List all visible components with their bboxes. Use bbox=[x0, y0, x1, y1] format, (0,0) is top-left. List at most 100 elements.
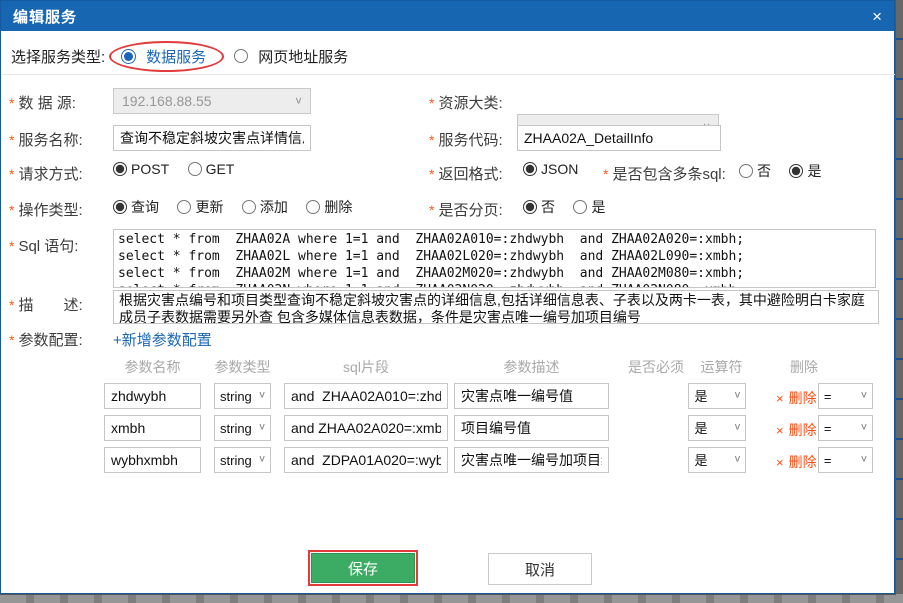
operator-select[interactable]: = bbox=[818, 447, 873, 473]
operation-type-radio-update[interactable] bbox=[177, 200, 191, 214]
param-name-input[interactable] bbox=[104, 415, 201, 441]
sql-label: *Sql 语句: bbox=[9, 235, 78, 256]
return-format-json-label[interactable]: JSON bbox=[541, 161, 578, 177]
service-name-input[interactable] bbox=[113, 125, 311, 151]
description-textarea[interactable]: 根据灾害点编号和项目类型查询不稳定斜坡灾害点的详细信息,包括详细信息表、子表以及… bbox=[113, 290, 879, 324]
request-method-radio-get[interactable] bbox=[188, 162, 202, 176]
operator-select-control[interactable]: = bbox=[818, 415, 873, 441]
service-type-option-web[interactable]: 网页地址服务 bbox=[234, 46, 348, 67]
delete-row-button[interactable]: ×删除 bbox=[776, 420, 817, 440]
service-code-label: *服务代码: bbox=[429, 129, 503, 150]
cancel-button[interactable]: 取消 bbox=[488, 553, 592, 585]
operation-type-update-label[interactable]: 更新 bbox=[195, 199, 223, 215]
operation-type-radio-delete[interactable] bbox=[306, 200, 320, 214]
operation-type-add-label[interactable]: 添加 bbox=[260, 199, 288, 215]
required-asterisk: * bbox=[429, 132, 434, 148]
operator-select-control[interactable]: = bbox=[818, 447, 873, 473]
operation-type-radio-query[interactable] bbox=[113, 200, 127, 214]
operation-type-delete-label[interactable]: 删除 bbox=[324, 199, 352, 215]
required-asterisk: * bbox=[9, 238, 14, 254]
request-method-get-label[interactable]: GET bbox=[206, 161, 235, 177]
multi-sql-no-label[interactable]: 否 bbox=[757, 163, 771, 179]
dialog-title: 编辑服务 bbox=[13, 6, 77, 27]
description-label: *描 述: bbox=[9, 294, 83, 315]
sql-fragment-input[interactable] bbox=[284, 383, 448, 409]
pagination-radio-yes[interactable] bbox=[573, 200, 587, 214]
pagination-label: *是否分页: bbox=[429, 199, 503, 220]
service-type-option-data-label[interactable]: 数据服务 bbox=[146, 46, 206, 67]
required-select-control[interactable]: 是 bbox=[688, 447, 746, 473]
pagination-yes-label[interactable]: 是 bbox=[591, 199, 605, 215]
datasource-dropdown[interactable]: 192.168.88.55 bbox=[113, 88, 311, 114]
return-format-label: *返回格式: bbox=[429, 163, 503, 184]
delete-row-button[interactable]: ×删除 bbox=[776, 452, 817, 472]
col-header-param-desc: 参数描述 bbox=[454, 357, 609, 377]
request-method-post-label[interactable]: POST bbox=[131, 161, 169, 177]
param-type-select-control[interactable]: string bbox=[214, 383, 271, 409]
operator-select[interactable]: = bbox=[818, 415, 873, 441]
operation-type-radio-add[interactable] bbox=[242, 200, 256, 214]
close-icon[interactable]: × bbox=[872, 8, 882, 25]
required-select-control[interactable]: 是 bbox=[688, 383, 746, 409]
param-type-select-control[interactable]: string bbox=[214, 447, 271, 473]
delete-x-icon: × bbox=[776, 455, 784, 470]
required-asterisk: * bbox=[9, 297, 14, 313]
operator-select[interactable]: = bbox=[818, 383, 873, 409]
service-code-input[interactable] bbox=[517, 125, 721, 151]
sql-fragment-input[interactable] bbox=[284, 447, 448, 473]
dialog-titlebar: 编辑服务 × bbox=[1, 1, 894, 31]
param-desc-input[interactable] bbox=[454, 447, 609, 473]
col-header-operator: 运算符 bbox=[694, 357, 749, 377]
col-header-delete: 删除 bbox=[774, 357, 834, 377]
delete-x-icon: × bbox=[776, 391, 784, 406]
param-desc-input[interactable] bbox=[454, 383, 609, 409]
service-type-radio-data[interactable] bbox=[121, 49, 136, 64]
datasource-label: *数 据 源: bbox=[9, 92, 76, 113]
param-name-input[interactable] bbox=[104, 447, 201, 473]
required-select[interactable]: 是 bbox=[688, 447, 746, 473]
operator-select-control[interactable]: = bbox=[818, 383, 873, 409]
operation-type-label: *操作类型: bbox=[9, 199, 83, 220]
delete-row-button[interactable]: ×删除 bbox=[776, 388, 817, 408]
service-type-option-web-label: 网页地址服务 bbox=[258, 46, 348, 67]
multi-sql-label: *是否包含多条sql: bbox=[603, 163, 726, 184]
required-select[interactable]: 是 bbox=[688, 415, 746, 441]
red-rect-annotation: 保存 bbox=[308, 550, 418, 586]
pagination-no-label[interactable]: 否 bbox=[541, 199, 555, 215]
screen-background: 编辑服务 × 选择服务类型: 数据服务 网页地址服务 *数 据 源: 192.1… bbox=[0, 0, 903, 603]
save-button[interactable]: 保存 bbox=[311, 553, 415, 583]
multi-sql-radio-yes[interactable] bbox=[789, 164, 803, 178]
multi-sql-radio-no[interactable] bbox=[739, 164, 753, 178]
red-ellipse-annotation: 数据服务 bbox=[109, 41, 224, 72]
param-table-row: string 是 = ×删除 bbox=[1, 415, 896, 441]
sql-fragment-input[interactable] bbox=[284, 415, 448, 441]
param-table-row: string 是 = ×删除 bbox=[1, 383, 896, 409]
param-desc-input[interactable] bbox=[454, 415, 609, 441]
required-asterisk: * bbox=[603, 166, 608, 182]
required-select-control[interactable]: 是 bbox=[688, 415, 746, 441]
param-type-select[interactable]: string bbox=[214, 383, 271, 409]
request-method-radio-post[interactable] bbox=[113, 162, 127, 176]
pagination-radio-no[interactable] bbox=[523, 200, 537, 214]
required-asterisk: * bbox=[9, 332, 14, 348]
request-method-group: POST GET bbox=[113, 161, 248, 179]
add-param-link[interactable]: +新增参数配置 bbox=[113, 329, 212, 350]
param-type-select-control[interactable]: string bbox=[214, 415, 271, 441]
service-type-radio-web[interactable] bbox=[234, 49, 248, 63]
param-name-input[interactable] bbox=[104, 383, 201, 409]
return-format-group: JSON bbox=[523, 161, 592, 179]
sql-textarea[interactable]: select * from ZHAA02A where 1=1 and ZHAA… bbox=[113, 229, 876, 288]
param-type-select[interactable]: string bbox=[214, 447, 271, 473]
param-type-select[interactable]: string bbox=[214, 415, 271, 441]
multi-sql-yes-label[interactable]: 是 bbox=[807, 163, 821, 179]
service-type-label: 选择服务类型: bbox=[11, 46, 105, 67]
col-header-sql-fragment: sql片段 bbox=[284, 357, 448, 377]
required-select[interactable]: 是 bbox=[688, 383, 746, 409]
required-asterisk: * bbox=[429, 166, 434, 182]
return-format-radio-json[interactable] bbox=[523, 162, 537, 176]
operation-type-query-label[interactable]: 查询 bbox=[131, 199, 159, 215]
required-asterisk: * bbox=[9, 132, 14, 148]
resource-category-label: *资源大类: bbox=[429, 92, 503, 113]
required-asterisk: * bbox=[9, 202, 14, 218]
datasource-value: 192.168.88.55 bbox=[122, 93, 212, 109]
